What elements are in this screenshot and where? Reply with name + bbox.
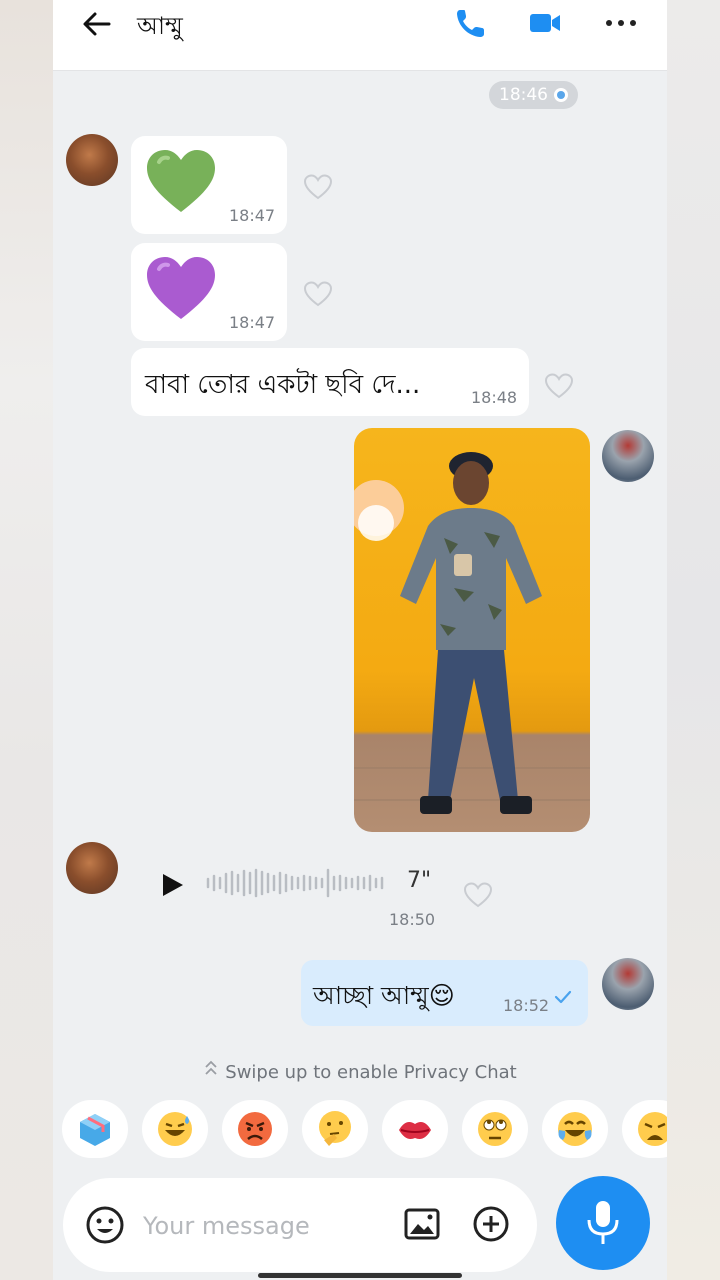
my-message-bubble[interactable]: আচ্ছা আম্মু😌 18:52	[301, 960, 588, 1026]
rolling-eyes-emoji[interactable]	[462, 1100, 528, 1158]
message-bubble-emoji[interactable]: 18:47	[131, 243, 287, 341]
blurred-left-margin	[0, 0, 53, 1280]
kiss-lips-icon	[399, 1122, 431, 1139]
gallery-image-icon[interactable]	[403, 1206, 441, 1242]
purple-heart-icon	[147, 257, 215, 319]
status-dot-icon	[554, 88, 568, 102]
contact-avatar[interactable]	[66, 842, 118, 894]
back-arrow-icon[interactable]	[79, 6, 115, 42]
message-text: আচ্ছা আম্মু😌	[313, 981, 455, 1010]
voice-record-button[interactable]	[556, 1176, 650, 1270]
blurred-right-margin	[667, 0, 720, 1280]
contact-name[interactable]: আম্মু	[137, 8, 183, 48]
my-avatar[interactable]	[602, 430, 654, 482]
phone-icon[interactable]	[453, 6, 489, 40]
like-heart-icon[interactable]	[303, 173, 333, 201]
thinking-face-emoji[interactable]	[302, 1100, 368, 1158]
weary-face-emoji[interactable]	[622, 1100, 667, 1158]
privacy-chat-hint[interactable]: Swipe up to enable Privacy Chat	[53, 1058, 667, 1083]
sent-photo[interactable]	[354, 428, 590, 832]
rolling-eyes-icon	[478, 1112, 512, 1146]
message-time: 18:48	[471, 388, 518, 407]
emoji-picker-icon[interactable]	[85, 1205, 125, 1245]
message-time: 18:47	[229, 313, 276, 332]
green-heart-icon	[147, 150, 215, 212]
message-input[interactable]	[141, 1202, 385, 1250]
like-heart-icon[interactable]	[544, 372, 574, 400]
angry-face-emoji[interactable]	[222, 1100, 288, 1158]
message-time: 18:47	[229, 206, 276, 225]
tears-of-joy-icon	[558, 1112, 592, 1146]
like-heart-icon[interactable]	[463, 881, 493, 909]
grinning-sweat-emoji[interactable]	[142, 1100, 208, 1158]
waveform-icon	[206, 868, 384, 898]
swipe-up-chevron-icon	[203, 1058, 219, 1083]
message-time: 18:52	[503, 996, 550, 1015]
privacy-text: Swipe up to enable Privacy Chat	[225, 1062, 517, 1083]
video-camera-icon[interactable]	[527, 6, 563, 40]
message-text: বাবা তোর একটা ছবি দে...	[145, 370, 421, 400]
play-icon[interactable]	[159, 872, 185, 898]
microphone-icon	[587, 1201, 619, 1244]
message-time: 18:50	[389, 910, 436, 929]
gift-box-emoji[interactable]	[62, 1100, 128, 1158]
thinking-face-icon	[319, 1111, 351, 1146]
photo-illustration	[354, 452, 590, 814]
like-heart-icon[interactable]	[303, 280, 333, 308]
time-separator: 18:46	[489, 81, 578, 109]
chat-header: আম্মু	[53, 0, 667, 71]
voice-duration: 7"	[407, 868, 432, 893]
my-avatar[interactable]	[602, 958, 654, 1010]
contact-avatar[interactable]	[66, 134, 118, 186]
add-attachment-icon[interactable]	[471, 1204, 511, 1244]
message-bubble-emoji[interactable]: 18:47	[131, 136, 287, 234]
message-bubble-text[interactable]: বাবা তোর একটা ছবি দে... 18:48	[131, 348, 529, 416]
separator-time: 18:46	[499, 85, 548, 105]
weary-face-icon	[638, 1112, 667, 1146]
message-composer	[63, 1178, 537, 1272]
grinning-sweat-icon	[158, 1112, 192, 1146]
home-indicator	[258, 1273, 462, 1278]
chat-screen: আম্মু 18:46 18:47 18:47 বাবা তোর একটা ছব…	[53, 0, 667, 1280]
tears-of-joy-emoji[interactable]	[542, 1100, 608, 1158]
angry-face-icon	[238, 1112, 272, 1146]
gift-box-icon	[80, 1114, 110, 1146]
kiss-lips-emoji[interactable]	[382, 1100, 448, 1158]
read-check-icon	[554, 990, 572, 1004]
more-icon[interactable]	[603, 6, 639, 40]
quick-emoji-bar	[53, 1100, 667, 1160]
